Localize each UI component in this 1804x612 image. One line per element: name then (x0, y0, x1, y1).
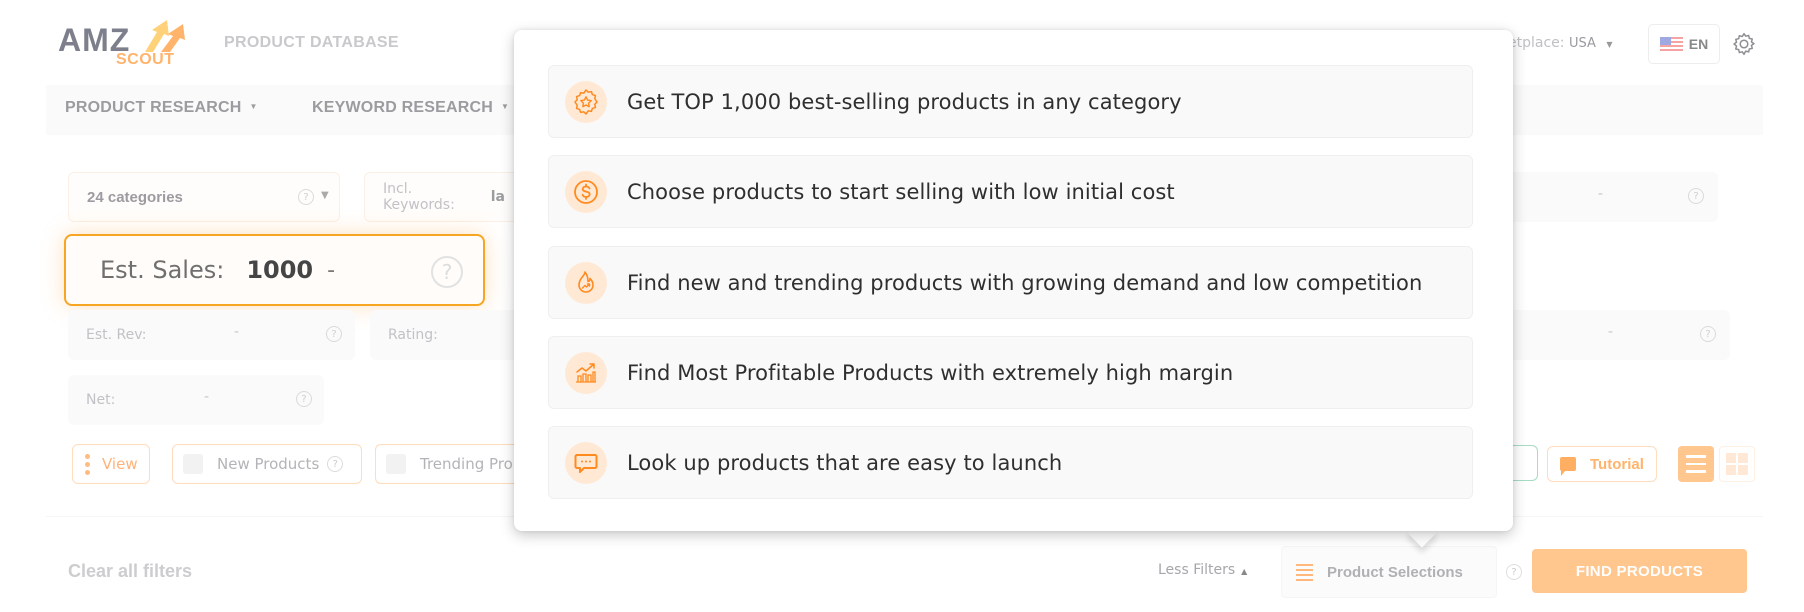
product-selections-label: Product Selections (1327, 563, 1463, 581)
find-products-button[interactable]: FIND PRODUCTS (1532, 549, 1747, 593)
grid-view-button[interactable] (1719, 446, 1755, 482)
new-products-toggle[interactable]: New Products ? (172, 444, 362, 484)
chat-bubble-icon (565, 441, 607, 484)
selection-item-profitable[interactable]: Find Most Profitable Products with extre… (548, 336, 1473, 409)
selection-item-easy-launch[interactable]: Look up products that are easy to launch (548, 426, 1473, 499)
est-sales-field[interactable]: Est. Sales: 1000 - ? (64, 234, 485, 306)
filter-range-value: - (1598, 186, 1604, 202)
caret-down-icon: ▼ (501, 102, 510, 111)
help-icon[interactable]: ? (431, 256, 463, 288)
marketplace-label: etplace: (1508, 35, 1565, 51)
marketplace-selector[interactable]: etplace: USA ▼ (1508, 35, 1612, 51)
net-value: - (204, 389, 210, 405)
sliders-icon (1296, 563, 1313, 581)
net-label: Net: (86, 392, 116, 408)
selection-item-text: Get TOP 1,000 best-selling products in a… (627, 89, 1182, 114)
selection-item-text: Choose products to start selling with lo… (627, 179, 1175, 204)
selection-item-text: Find Most Profitable Products with extre… (627, 360, 1234, 385)
incl-keywords-field[interactable]: Incl. Keywords: la (364, 172, 524, 222)
gear-icon[interactable] (1731, 31, 1757, 57)
trending-products-label: Trending Pro (420, 455, 513, 473)
checkbox[interactable] (183, 454, 203, 474)
tutorial-label: Tutorial (1590, 455, 1644, 473)
help-icon[interactable]: ? (1700, 326, 1716, 342)
caret-down-icon: ▼ (249, 102, 258, 111)
tutorial-button[interactable]: Tutorial (1547, 446, 1657, 482)
vertical-dots-icon (85, 453, 90, 475)
caret-down-icon: ▼ (1606, 40, 1613, 49)
categories-label: 24 categories (87, 188, 183, 206)
est-rev-field[interactable]: Est. Rev: - ? (68, 310, 355, 360)
caret-down-icon: ▼ (321, 190, 329, 201)
rating-label: Rating: (388, 327, 438, 343)
flame-trend-icon (565, 261, 607, 304)
est-rev-label: Est. Rev: (86, 327, 147, 343)
less-filters-label: Less Filters (1158, 562, 1236, 578)
grid-icon (1726, 453, 1736, 463)
us-flag-icon (1659, 36, 1683, 52)
caret-up-icon: ▲ (1241, 567, 1248, 576)
trending-products-toggle[interactable]: Trending Pro (375, 444, 535, 484)
checkbox[interactable] (386, 454, 406, 474)
less-filters-toggle[interactable]: Less Filters ▲ (1158, 562, 1247, 578)
list-icon (1686, 455, 1706, 458)
clear-all-filters-link[interactable]: Clear all filters (68, 561, 192, 582)
logo-arrows-icon (145, 20, 185, 52)
new-products-label: New Products (217, 455, 320, 473)
rating-field[interactable]: Rating: (370, 310, 520, 360)
language-label: EN (1688, 36, 1709, 52)
nav-keyword-research[interactable]: KEYWORD RESEARCH ▼ (312, 99, 509, 117)
marketplace-value: USA (1568, 36, 1596, 51)
tutorial-icon (1560, 457, 1576, 476)
filter-range-value: - (1608, 324, 1614, 340)
est-rev-value: - (234, 324, 240, 340)
selection-item-text: Find new and trending products with grow… (627, 270, 1423, 295)
help-icon[interactable]: ? (1506, 564, 1522, 580)
filter-range-field[interactable]: - ? (1500, 172, 1718, 222)
filter-range-field-2[interactable]: /: - ? (1500, 310, 1730, 360)
growth-chart-icon (565, 351, 607, 394)
star-badge-icon (565, 80, 607, 123)
nav-product-research[interactable]: PRODUCT RESEARCH ▼ (65, 99, 258, 117)
incl-keywords-label: Incl. Keywords: (383, 181, 455, 213)
amzscout-logo[interactable]: AMZ SCOUT (58, 18, 193, 70)
dollar-coin-icon (565, 170, 607, 213)
language-button[interactable]: EN (1648, 24, 1720, 64)
logo-text-scout: SCOUT (116, 51, 175, 68)
selection-item-trending[interactable]: Find new and trending products with grow… (548, 246, 1473, 319)
incl-keywords-value: la (490, 189, 505, 205)
help-icon[interactable]: ? (326, 326, 342, 342)
view-button[interactable]: View (72, 444, 150, 484)
selection-item-text: Look up products that are easy to launch (627, 450, 1063, 475)
app-title: PRODUCT DATABASE (224, 34, 399, 51)
help-icon[interactable]: ? (298, 189, 314, 205)
est-sales-separator: - (327, 257, 336, 283)
nav-keyword-research-label: KEYWORD RESEARCH (312, 99, 493, 116)
net-field[interactable]: Net: - ? (68, 375, 324, 425)
help-icon[interactable]: ? (296, 391, 312, 407)
categories-dropdown[interactable]: 24 categories ? ▼ (68, 172, 340, 222)
list-view-button[interactable] (1678, 446, 1714, 482)
nav-product-research-label: PRODUCT RESEARCH (65, 99, 242, 116)
help-icon[interactable]: ? (1688, 188, 1704, 204)
product-selections-button[interactable]: Product Selections (1281, 546, 1497, 598)
est-sales-label: Est. Sales: (100, 256, 225, 284)
selection-item-low-cost[interactable]: Choose products to start selling with lo… (548, 155, 1473, 228)
product-selections-popup: Get TOP 1,000 best-selling products in a… (514, 30, 1513, 531)
help-icon[interactable]: ? (327, 456, 344, 472)
view-label: View (102, 455, 138, 473)
selection-item-top-1000[interactable]: Get TOP 1,000 best-selling products in a… (548, 65, 1473, 138)
est-sales-min-value[interactable]: 1000 (246, 256, 313, 284)
